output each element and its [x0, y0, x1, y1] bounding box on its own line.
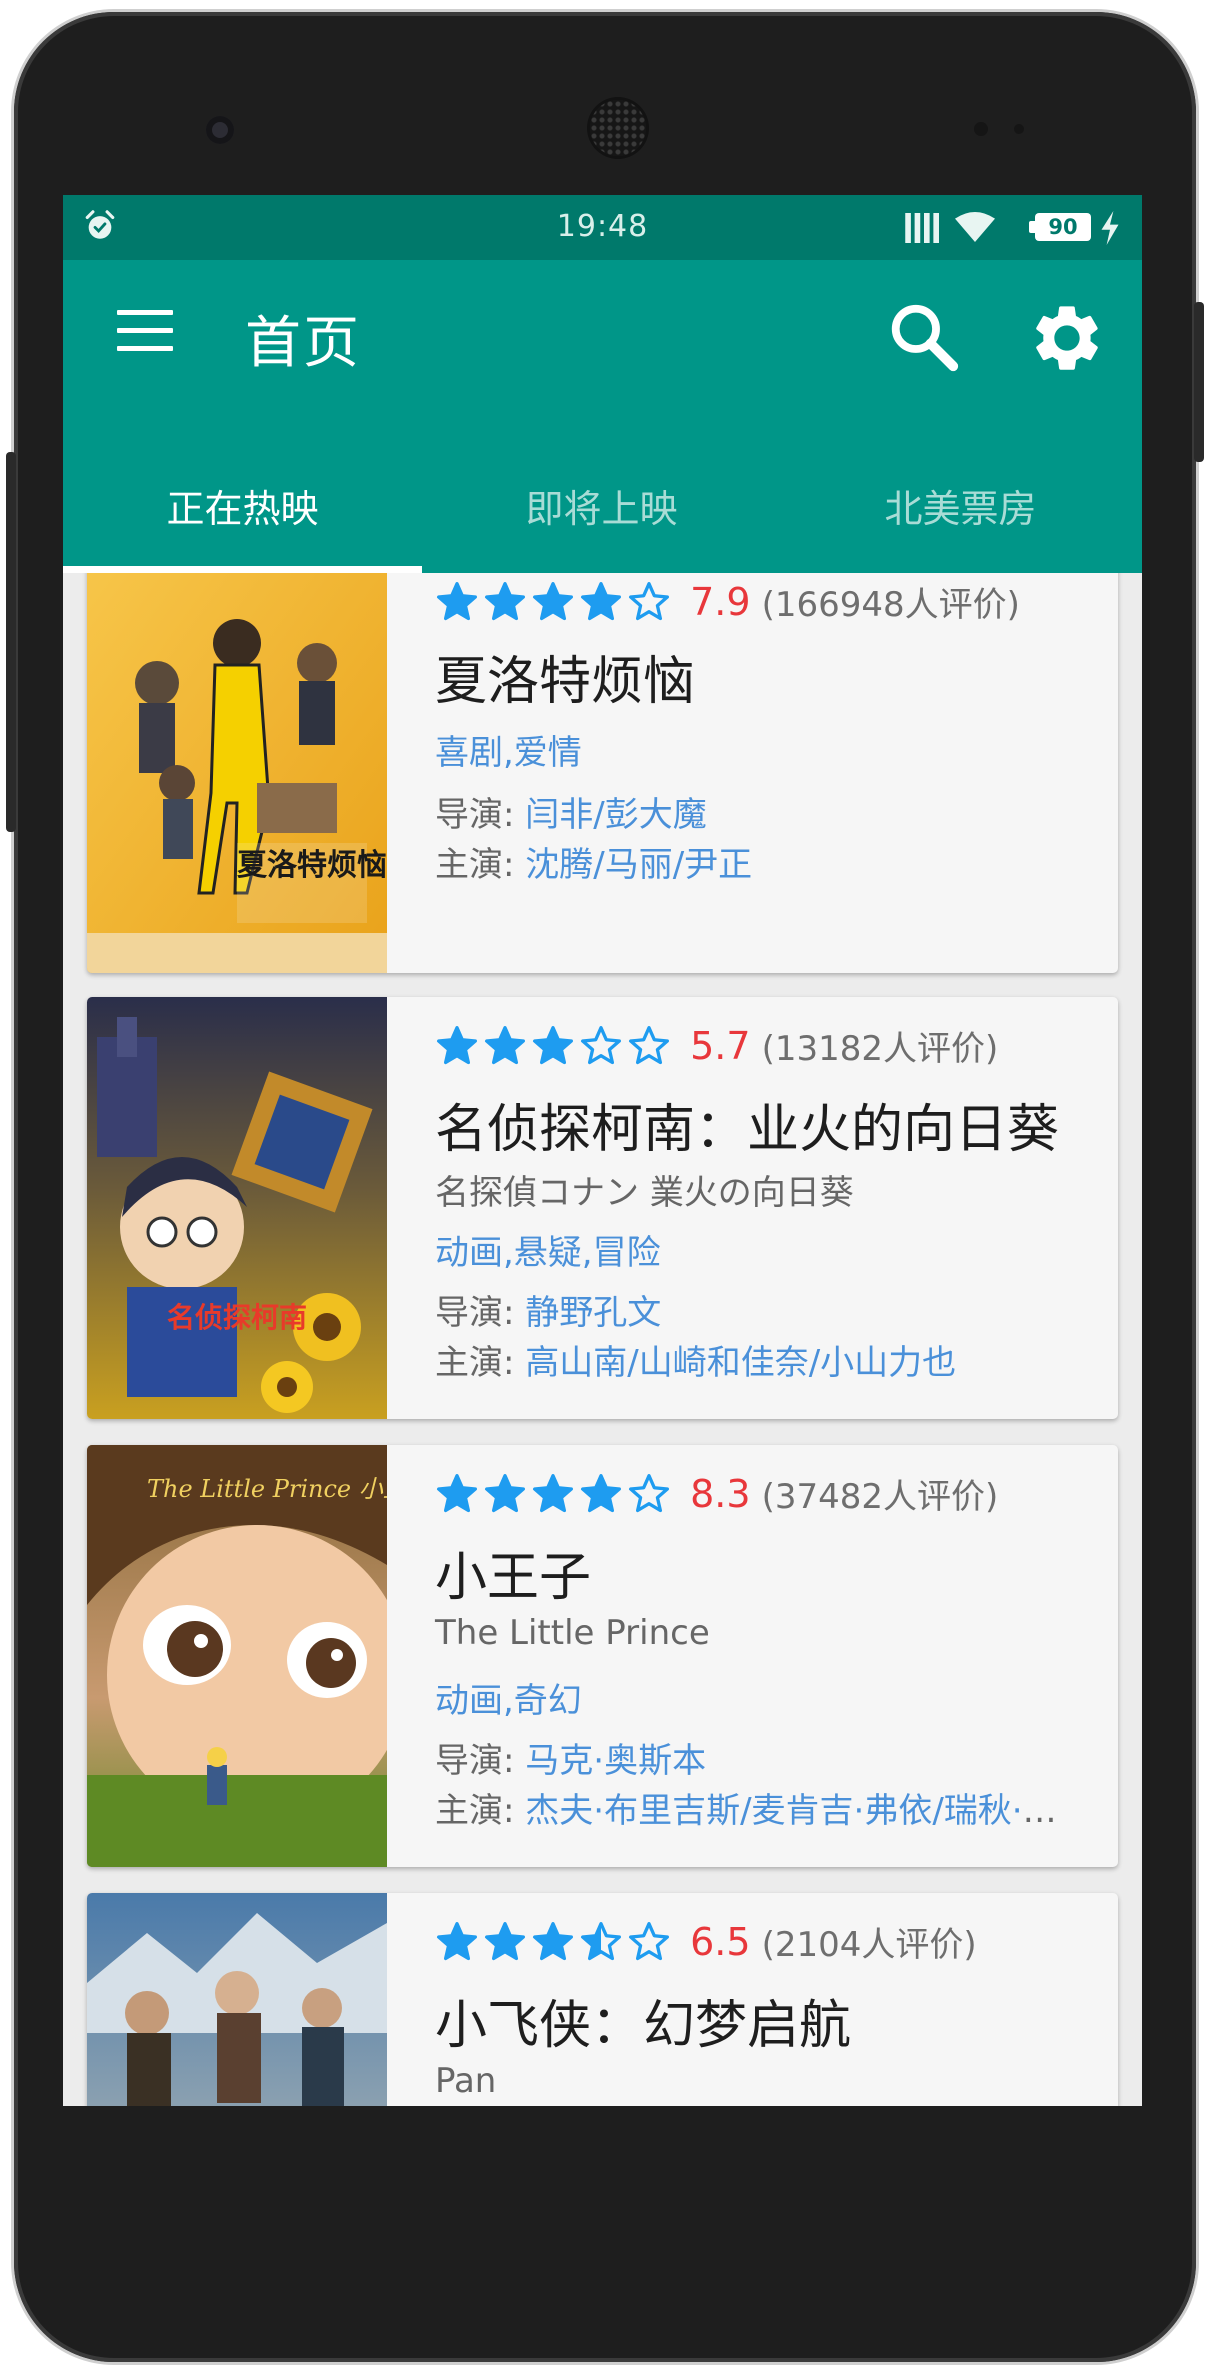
- star-filled-icon: [437, 1473, 477, 1512]
- gear-icon[interactable]: [1029, 300, 1105, 376]
- tab-now-playing[interactable]: 正在热映: [63, 450, 422, 573]
- earpiece-speaker: [590, 100, 646, 156]
- cast-value[interactable]: 杰夫·布里吉斯/麦肯吉·弗依/瑞秋·麦克亚当斯: [525, 1791, 1085, 1831]
- wifi-icon: [955, 212, 995, 242]
- search-icon[interactable]: [885, 298, 963, 376]
- star-filled-icon: [437, 1921, 477, 1960]
- star-filled-icon: [485, 1921, 525, 1960]
- cast-value[interactable]: 高山南/山崎和佳奈/小山力也: [525, 1343, 956, 1383]
- star-rating: [435, 1920, 675, 1964]
- rating-row: 6.5 (2104人评价): [435, 1917, 977, 1969]
- star-filled-icon: [437, 1025, 477, 1064]
- movie-cast: 主演: 高山南/山崎和佳奈/小山力也: [435, 1335, 1085, 1384]
- tab-us-box-office[interactable]: 北美票房: [781, 450, 1140, 573]
- star-empty-icon: [629, 1473, 669, 1512]
- movie-genres[interactable]: 喜剧,爱情: [435, 725, 582, 774]
- movie-genres[interactable]: 动画,奇幻: [435, 1673, 582, 1722]
- proximity-sensor: [974, 122, 988, 136]
- movie-poster[interactable]: 夏洛特烦恼: [87, 573, 387, 973]
- director-label: 导演:: [435, 795, 526, 835]
- movie-cast: 主演: 杰夫·布里吉斯/麦肯吉·弗依/瑞秋·麦克亚当斯: [435, 1783, 1085, 1832]
- movie-title: 小王子: [435, 1548, 592, 1608]
- poster-title: 名侦探柯南: [167, 1301, 307, 1334]
- star-rating: [435, 1024, 675, 1068]
- rating-row: 7.9 (166948人评价): [435, 577, 1020, 629]
- director-label: 导演:: [435, 1293, 526, 1333]
- movie-list[interactable]: 夏洛特烦恼 7.9 (166948人评价) 夏洛特烦恼 喜剧,爱情 导演: 闫非…: [63, 573, 1142, 2106]
- movie-original-title: 名探偵コナン 業火の向日葵: [435, 1173, 854, 1213]
- rating-votes: (37482人评价): [761, 1477, 999, 1517]
- battery-icon: 90: [1029, 213, 1091, 241]
- movie-card[interactable]: The Little Prince 小王子 8.3 (37482人评价) 小王子…: [87, 1445, 1118, 1867]
- menu-icon[interactable]: [117, 310, 173, 356]
- power-button: [1194, 302, 1204, 462]
- movie-card[interactable]: 名侦探柯南 5.7 (13182人评价) 名侦探柯南：业火的向日葵 名探偵コナン…: [87, 997, 1118, 1419]
- star-empty-icon: [629, 581, 669, 620]
- light-sensor: [1014, 124, 1024, 134]
- star-filled-icon: [485, 1473, 525, 1512]
- page-title: 首页: [245, 311, 361, 376]
- director-value[interactable]: 闫非/彭大魔: [525, 795, 706, 835]
- star-filled-icon: [533, 1921, 573, 1960]
- rating-score: 6.5: [690, 1919, 751, 1964]
- star-filled-icon: [485, 1025, 525, 1064]
- star-filled-icon: [581, 1473, 621, 1512]
- movie-poster[interactable]: [87, 1893, 387, 2106]
- star-rating: [435, 1472, 675, 1516]
- director-value[interactable]: 马克·奥斯本: [525, 1741, 706, 1781]
- movie-cast: 主演: 沈腾/马丽/尹正: [435, 837, 1085, 886]
- director-label: 导演:: [435, 1741, 526, 1781]
- tab-bar: 正在热映 即将上映 北美票房: [63, 450, 1142, 573]
- movie-title: 夏洛特烦恼: [435, 652, 696, 712]
- movie-title: 名侦探柯南：业火的向日葵: [435, 1100, 1060, 1160]
- movie-card[interactable]: 夏洛特烦恼 7.9 (166948人评价) 夏洛特烦恼 喜剧,爱情 导演: 闫非…: [87, 573, 1118, 973]
- rating-votes: (13182人评价): [761, 1029, 999, 1069]
- star-filled-icon: [533, 1473, 573, 1512]
- app-screen: 19:48 90 首页 正在热映 即将上映 北美票房 夏洛特烦恼 7.9 (16…: [63, 195, 1142, 2106]
- star-filled-icon: [533, 581, 573, 620]
- cast-label: 主演:: [435, 1791, 526, 1831]
- star-empty-icon: [629, 1025, 669, 1064]
- rating-score: 8.3: [690, 1471, 751, 1516]
- movie-poster[interactable]: The Little Prince 小王子: [87, 1445, 387, 1867]
- star-filled-icon: [485, 581, 525, 620]
- star-half-icon: [581, 1921, 621, 1960]
- rating-row: 5.7 (13182人评价): [435, 1021, 998, 1073]
- star-filled-icon: [581, 581, 621, 620]
- rating-score: 7.9: [690, 579, 751, 624]
- star-filled-icon: [437, 581, 477, 620]
- rating-votes: (2104人评价): [761, 1925, 977, 1965]
- poster-title: The Little Prince 小王子: [147, 1475, 387, 1503]
- star-filled-icon: [533, 1025, 573, 1064]
- movie-title: 小飞侠：幻梦启航: [435, 1996, 852, 2056]
- cast-label: 主演:: [435, 845, 526, 885]
- cast-value[interactable]: 沈腾/马丽/尹正: [525, 845, 752, 885]
- status-bar: 19:48 90: [63, 195, 1142, 260]
- movie-director: 导演: 闫非/彭大魔: [435, 787, 1085, 836]
- rating-votes: (166948人评价): [761, 585, 1020, 625]
- signal-icon: [905, 213, 939, 243]
- movie-card[interactable]: 6.5 (2104人评价) 小飞侠：幻梦启航 Pan: [87, 1893, 1118, 2106]
- movie-original-title: The Little Prince: [435, 1613, 710, 1653]
- rating-row: 8.3 (37482人评价): [435, 1469, 998, 1521]
- movie-director: 导演: 马克·奥斯本: [435, 1733, 1085, 1782]
- rating-score: 5.7: [690, 1023, 751, 1068]
- tab-coming-soon[interactable]: 即将上映: [422, 450, 781, 573]
- poster-title: 夏洛特烦恼: [237, 848, 387, 883]
- movie-director: 导演: 静野孔文: [435, 1285, 1085, 1334]
- director-value[interactable]: 静野孔文: [525, 1293, 661, 1333]
- movie-original-title: Pan: [435, 2061, 497, 2101]
- app-bar: 首页: [63, 260, 1142, 450]
- movie-genres[interactable]: 动画,悬疑,冒险: [435, 1225, 661, 1274]
- movie-poster[interactable]: 名侦探柯南: [87, 997, 387, 1419]
- charging-icon: [1101, 211, 1119, 245]
- front-camera: [206, 116, 234, 144]
- star-rating: [435, 580, 675, 624]
- cast-label: 主演:: [435, 1343, 526, 1383]
- volume-button: [6, 452, 16, 832]
- star-empty-icon: [629, 1921, 669, 1960]
- star-empty-icon: [581, 1025, 621, 1064]
- tab-indicator: [63, 566, 422, 573]
